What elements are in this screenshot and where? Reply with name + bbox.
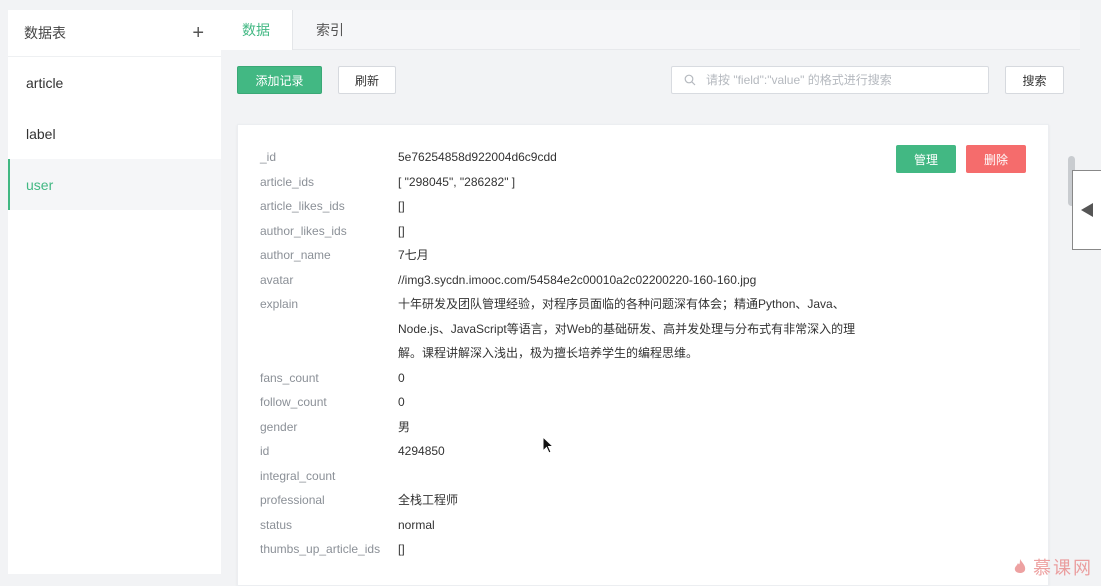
field-row: article_likes_ids [] <box>260 194 878 219</box>
field-key: status <box>260 517 293 532</box>
field-row: explain 十年研发及团队管理经验，对程序员面临的各种问题深有体会；精通Py… <box>260 292 878 366</box>
add-table-icon[interactable]: + <box>192 23 204 43</box>
field-value: //img3.sycdn.imooc.com/54584e2c00010a2c0… <box>398 272 757 287</box>
add-record-button[interactable]: 添加记录 <box>237 66 322 94</box>
field-row: author_likes_ids [] <box>260 219 878 244</box>
sidebar: 数据表 + article label user <box>8 10 221 574</box>
sidebar-header: 数据表 + <box>8 10 221 57</box>
field-value: 4294850 <box>398 444 445 458</box>
field-value: 5e76254858d922004d6c9cdd <box>398 150 557 164</box>
delete-button[interactable]: 删除 <box>966 145 1026 173</box>
search-box <box>671 66 989 94</box>
field-key: fans_count <box>260 370 319 385</box>
field-value: 男 <box>398 419 411 434</box>
field-row: article_ids [ "298045", "286282" ] <box>260 170 878 195</box>
watermark: 慕课网 <box>1013 554 1093 580</box>
field-value <box>398 464 878 489</box>
field-row: gender 男 <box>260 415 878 440</box>
field-key: integral_count <box>260 468 336 483</box>
manage-button[interactable]: 管理 <box>896 145 956 173</box>
field-row: thumbs_up_article_ids [] <box>260 537 878 562</box>
field-key: author_name <box>260 248 331 262</box>
field-value: 7七月 <box>398 248 429 262</box>
field-value: 0 <box>398 370 405 385</box>
field-row: status normal <box>260 513 878 538</box>
field-key: explain <box>260 297 299 311</box>
collapse-panel-handle[interactable] <box>1072 170 1101 250</box>
field-key: author_likes_ids <box>260 223 347 238</box>
sidebar-item-user[interactable]: user <box>8 159 221 210</box>
field-row: fans_count 0 <box>260 366 878 391</box>
refresh-button[interactable]: 刷新 <box>338 66 396 94</box>
tab-index[interactable]: 索引 <box>316 10 344 50</box>
field-value: 全栈工程师 <box>398 493 459 507</box>
field-row: _id 5e76254858d922004d6c9cdd <box>260 145 878 170</box>
field-row: follow_count 0 <box>260 390 878 415</box>
field-row: avatar //img3.sycdn.imooc.com/54584e2c00… <box>260 268 878 293</box>
search-input[interactable] <box>704 72 988 88</box>
record-card: 管理 删除 _id 5e76254858d922004d6c9cdd artic… <box>237 124 1049 586</box>
tab-bar: 数据 索引 <box>221 10 1080 50</box>
watermark-text: 慕课网 <box>1033 558 1093 578</box>
field-key: _id <box>260 150 277 164</box>
field-row: id 4294850 <box>260 439 878 464</box>
field-key: gender <box>260 419 298 434</box>
tab-data[interactable]: 数据 <box>221 10 293 50</box>
field-value: [] <box>398 223 405 238</box>
field-row: author_name 7七月 <box>260 243 878 268</box>
search-icon <box>684 74 696 86</box>
field-value: [] <box>398 199 405 213</box>
sidebar-item-article[interactable]: article <box>8 57 221 108</box>
field-key: follow_count <box>260 395 327 409</box>
field-key: article_ids <box>260 174 315 189</box>
toolbar: 添加记录 刷新 搜索 <box>221 50 1080 110</box>
field-value: [ "298045", "286282" ] <box>398 174 516 189</box>
field-key: professional <box>260 493 325 507</box>
mouse-cursor-icon <box>542 436 554 454</box>
flame-logo-icon <box>1014 559 1026 573</box>
search-button[interactable]: 搜索 <box>1005 66 1064 94</box>
field-row: professional 全栈工程师 <box>260 488 878 513</box>
field-key: id <box>260 444 270 458</box>
sidebar-item-label[interactable]: label <box>8 108 221 159</box>
field-value: [] <box>398 542 405 556</box>
field-key: article_likes_ids <box>260 199 345 213</box>
caret-left-icon <box>1081 203 1093 217</box>
field-value: 十年研发及团队管理经验，对程序员面临的各种问题深有体会；精通Python、Jav… <box>398 297 856 360</box>
field-value: 0 <box>398 395 405 409</box>
sidebar-title: 数据表 <box>24 25 66 41</box>
field-key: avatar <box>260 272 294 287</box>
field-key: thumbs_up_article_ids <box>260 542 381 556</box>
field-row: integral_count <box>260 464 878 489</box>
field-value: normal <box>398 517 435 532</box>
